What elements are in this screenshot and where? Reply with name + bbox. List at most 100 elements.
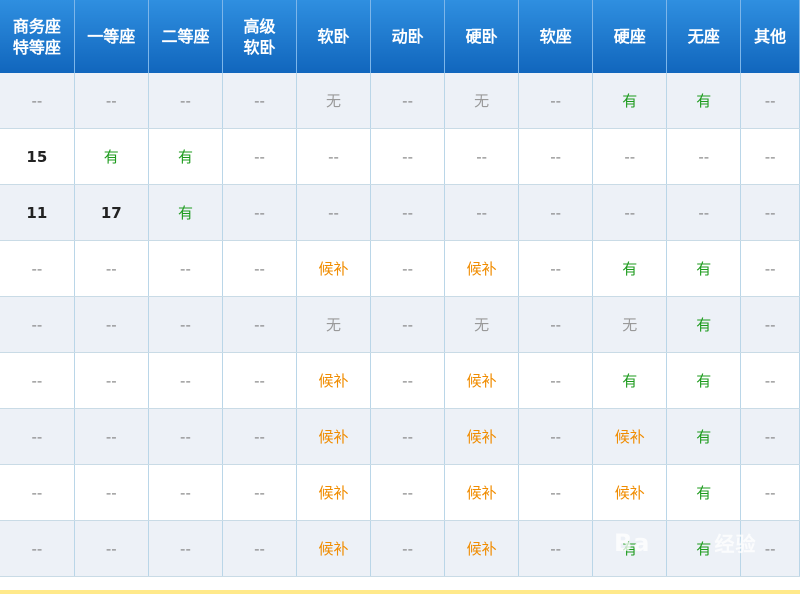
seat-cell-bullet-sleeper: -- — [370, 240, 446, 297]
seat-cell-deluxe-soft-sleeper: -- — [222, 240, 298, 297]
header-soft-sleeper: 软卧 — [296, 0, 372, 73]
seat-cell-hard-sleeper: 无 — [444, 296, 520, 353]
seat-cell-no-seat: 有 — [666, 296, 742, 353]
seat-cell-soft-seat: -- — [518, 296, 594, 353]
train-row: -- -- -- -- 候补 -- 候补 -- 有有 -- — [0, 352, 800, 409]
seat-cell-soft-seat: -- — [518, 128, 594, 185]
train-row: -- -- -- -- 候补 -- 候补 -- 有有 -- — [0, 240, 800, 297]
seat-cell-business: 11 — [0, 184, 75, 241]
seat-cell-bullet-sleeper: -- — [370, 352, 446, 409]
seat-cell-hard-seat: -- — [592, 184, 668, 241]
seat-cell-business: 15 — [0, 128, 75, 185]
seat-cell-other: -- — [740, 184, 800, 241]
seat-cell-hard-sleeper[interactable]: 候补 — [444, 464, 520, 521]
seat-cell-hard-seat: -- — [592, 128, 668, 185]
seat-cell-hard-sleeper[interactable]: 候补 — [444, 240, 520, 297]
seat-cell-first-class: -- — [74, 352, 149, 409]
seat-cell-other: -- — [740, 408, 800, 465]
seat-cell-second-class: -- — [148, 240, 223, 297]
seat-cell-soft-seat: -- — [518, 408, 594, 465]
seat-cell-other: -- — [740, 240, 800, 297]
seat-cell-deluxe-soft-sleeper: -- — [222, 408, 298, 465]
seat-cell-bullet-sleeper: -- — [370, 296, 446, 353]
seat-cell-soft-sleeper[interactable]: 候补 — [296, 240, 372, 297]
seat-cell-soft-sleeper: 无 — [296, 73, 372, 129]
seat-cell-hard-sleeper[interactable]: 候补 — [444, 520, 520, 577]
seat-cell-other: -- — [740, 296, 800, 353]
watermark-brand: Ba — [614, 529, 651, 557]
seat-cell-soft-seat: -- — [518, 73, 594, 129]
seat-cell-hard-seat[interactable]: 候补 — [592, 464, 668, 521]
seat-cell-second-class: -- — [148, 73, 223, 129]
seat-cell-no-seat: 有 — [666, 408, 742, 465]
seat-cell-hard-sleeper: -- — [444, 128, 520, 185]
seat-cell-hard-sleeper[interactable]: 候补 — [444, 352, 520, 409]
seat-cell-soft-sleeper: -- — [296, 184, 372, 241]
seat-cell-business: -- — [0, 352, 75, 409]
seat-cell-no-seat: 有 — [666, 352, 742, 409]
train-row: -- -- -- -- 候补 -- 候补 -- 候补有 -- — [0, 408, 800, 465]
header-bullet-sleeper: 动卧 — [370, 0, 446, 73]
seat-cell-deluxe-soft-sleeper: -- — [222, 128, 298, 185]
seat-cell-deluxe-soft-sleeper: -- — [222, 520, 298, 577]
seat-cell-other: -- — [740, 464, 800, 521]
train-row: -- -- -- -- 无 -- 无 -- 无有 -- — [0, 296, 800, 353]
seat-cell-first-class: 有 — [74, 128, 149, 185]
seat-cell-second-class: -- — [148, 408, 223, 465]
header-deluxe-soft-sleeper: 高级 软卧 — [222, 0, 298, 73]
header-business-seat: 商务座 特等座 — [0, 0, 75, 73]
seat-cell-no-seat: 有 — [666, 464, 742, 521]
seat-cell-bullet-sleeper: -- — [370, 520, 446, 577]
header-second-class: 二等座 — [148, 0, 223, 73]
seat-cell-soft-sleeper[interactable]: 候补 — [296, 352, 372, 409]
seat-cell-second-class: -- — [148, 464, 223, 521]
seat-cell-second-class: -- — [148, 296, 223, 353]
seat-cell-hard-seat: 有 — [592, 240, 668, 297]
seat-cell-soft-sleeper[interactable]: 候补 — [296, 464, 372, 521]
seat-cell-second-class: -- — [148, 352, 223, 409]
seat-cell-other: -- — [740, 128, 800, 185]
seat-cell-hard-sleeper: -- — [444, 184, 520, 241]
seat-cell-hard-seat: 无 — [592, 296, 668, 353]
seat-cell-second-class: 有 — [148, 184, 223, 241]
seat-cell-soft-sleeper[interactable]: 候补 — [296, 408, 372, 465]
header-row: 商务座 特等座 一等座 二等座 高级 软卧 软卧 动卧 硬卧 软座 硬座 无座 … — [0, 0, 800, 73]
seat-cell-business: -- — [0, 240, 75, 297]
seat-cell-first-class: -- — [74, 296, 149, 353]
seat-cell-other: -- — [740, 73, 800, 129]
seat-cell-bullet-sleeper: -- — [370, 464, 446, 521]
header-hard-seat: 硬座 — [592, 0, 668, 73]
seat-cell-soft-seat: -- — [518, 464, 594, 521]
seat-cell-bullet-sleeper: -- — [370, 128, 446, 185]
train-row: -- -- -- -- 无 -- 无 -- 有有 -- — [0, 73, 800, 129]
seat-cell-hard-sleeper: 无 — [444, 73, 520, 129]
seat-cell-first-class: -- — [74, 240, 149, 297]
seat-cell-bullet-sleeper: -- — [370, 408, 446, 465]
seat-cell-hard-seat: 有 — [592, 73, 668, 129]
header-soft-seat: 软座 — [518, 0, 594, 73]
seat-cell-deluxe-soft-sleeper: -- — [222, 296, 298, 353]
seat-cell-first-class: -- — [74, 73, 149, 129]
seat-availability-table: 商务座 特等座 一等座 二等座 高级 软卧 软卧 动卧 硬卧 软座 硬座 无座 … — [0, 0, 800, 577]
seat-cell-no-seat: 有 — [666, 73, 742, 129]
seat-cell-soft-sleeper: -- — [296, 128, 372, 185]
seat-cell-no-seat: 有 — [666, 240, 742, 297]
seat-cell-second-class: 有 — [148, 128, 223, 185]
seat-cell-bullet-sleeper: -- — [370, 184, 446, 241]
seat-cell-deluxe-soft-sleeper: -- — [222, 73, 298, 129]
seat-cell-business: -- — [0, 520, 75, 577]
seat-cell-hard-sleeper[interactable]: 候补 — [444, 408, 520, 465]
seat-cell-first-class: -- — [74, 520, 149, 577]
seat-cell-other: -- — [740, 352, 800, 409]
seat-cell-deluxe-soft-sleeper: -- — [222, 184, 298, 241]
watermark-label: 经验 — [714, 532, 757, 556]
seat-cell-first-class: -- — [74, 408, 149, 465]
seat-cell-hard-seat[interactable]: 候补 — [592, 408, 668, 465]
seat-cell-deluxe-soft-sleeper: -- — [222, 464, 298, 521]
seat-cell-soft-sleeper[interactable]: 候补 — [296, 520, 372, 577]
header-no-seat: 无座 — [666, 0, 742, 73]
baidu-jingyan-watermark: Ba 经验 — [614, 528, 757, 557]
seat-cell-no-seat: -- — [666, 128, 742, 185]
seat-cell-first-class: 17 — [74, 184, 149, 241]
seat-cell-bullet-sleeper: -- — [370, 73, 446, 129]
